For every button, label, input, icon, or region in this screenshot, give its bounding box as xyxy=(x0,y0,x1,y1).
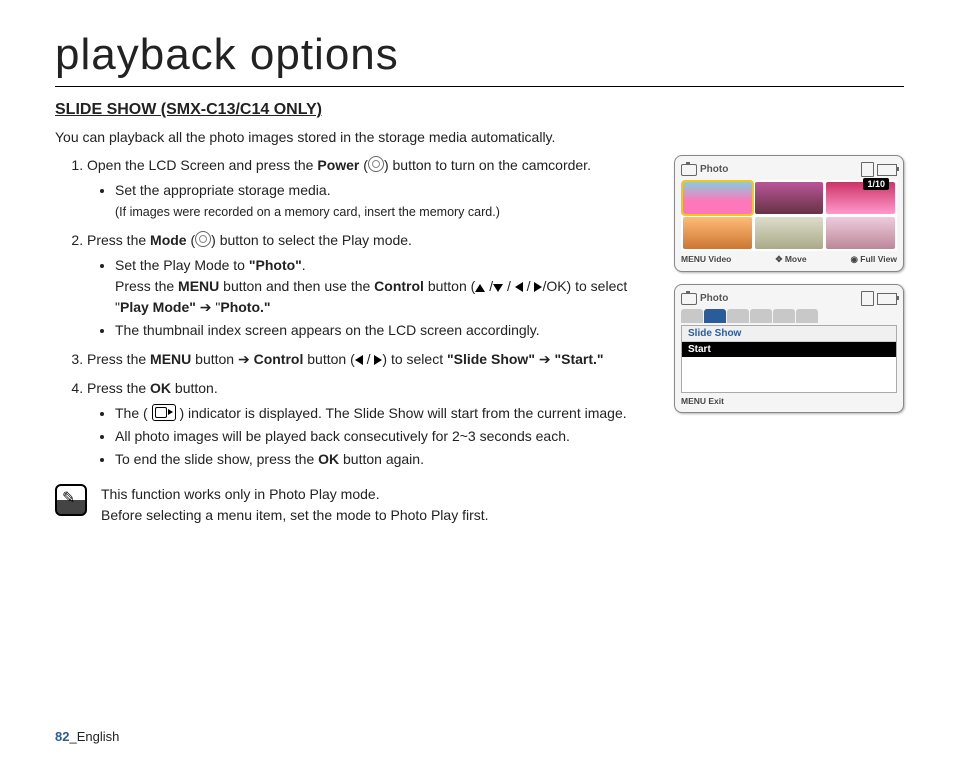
mode-icon xyxy=(195,231,211,247)
intro-text: You can playback all the photo images st… xyxy=(55,129,904,145)
thumbnail xyxy=(755,217,824,249)
thumbnail xyxy=(683,217,752,249)
page-footer: 82_English xyxy=(55,729,119,744)
camera-icon xyxy=(681,164,697,176)
lcd-screen-thumbnails: Photo 1/10 MENU Video✥ Move◉ Full View xyxy=(674,155,904,272)
card-icon xyxy=(861,162,874,177)
card-icon xyxy=(861,291,874,306)
section-heading: SLIDE SHOW (SMX-C13/C14 ONLY) xyxy=(55,101,904,119)
battery-icon xyxy=(877,293,897,305)
thumbnail xyxy=(826,217,895,249)
step-4: Press the OK button. The ( ) indicator i… xyxy=(87,378,659,470)
down-icon xyxy=(493,284,503,292)
step-1: Open the LCD Screen and press the Power … xyxy=(87,155,659,222)
screenshots-column: Photo 1/10 MENU Video✥ Move◉ Full View P… xyxy=(674,155,904,526)
step-2: Press the Mode () button to select the P… xyxy=(87,230,659,341)
menu-item-start: Start xyxy=(682,342,896,357)
note-icon xyxy=(55,484,87,516)
slideshow-indicator-icon xyxy=(152,404,176,421)
step-3: Press the MENU button ➔ Control button (… xyxy=(87,349,659,370)
note-box: This function works only in Photo Play m… xyxy=(55,484,659,526)
counter-badge: 1/10 xyxy=(863,178,889,190)
menu-heading: Slide Show xyxy=(682,326,896,342)
camera-icon xyxy=(681,293,697,305)
page-title: playback options xyxy=(55,30,904,87)
battery-icon xyxy=(877,164,897,176)
instructions-column: Open the LCD Screen and press the Power … xyxy=(55,155,659,526)
up-icon xyxy=(475,284,485,292)
power-icon xyxy=(368,156,384,172)
thumbnail xyxy=(755,182,824,214)
left-icon xyxy=(515,282,523,292)
thumbnail xyxy=(683,182,752,214)
lcd-screen-menu: Photo Slide Show Start MENU Exit xyxy=(674,284,904,413)
left-icon xyxy=(355,355,363,365)
